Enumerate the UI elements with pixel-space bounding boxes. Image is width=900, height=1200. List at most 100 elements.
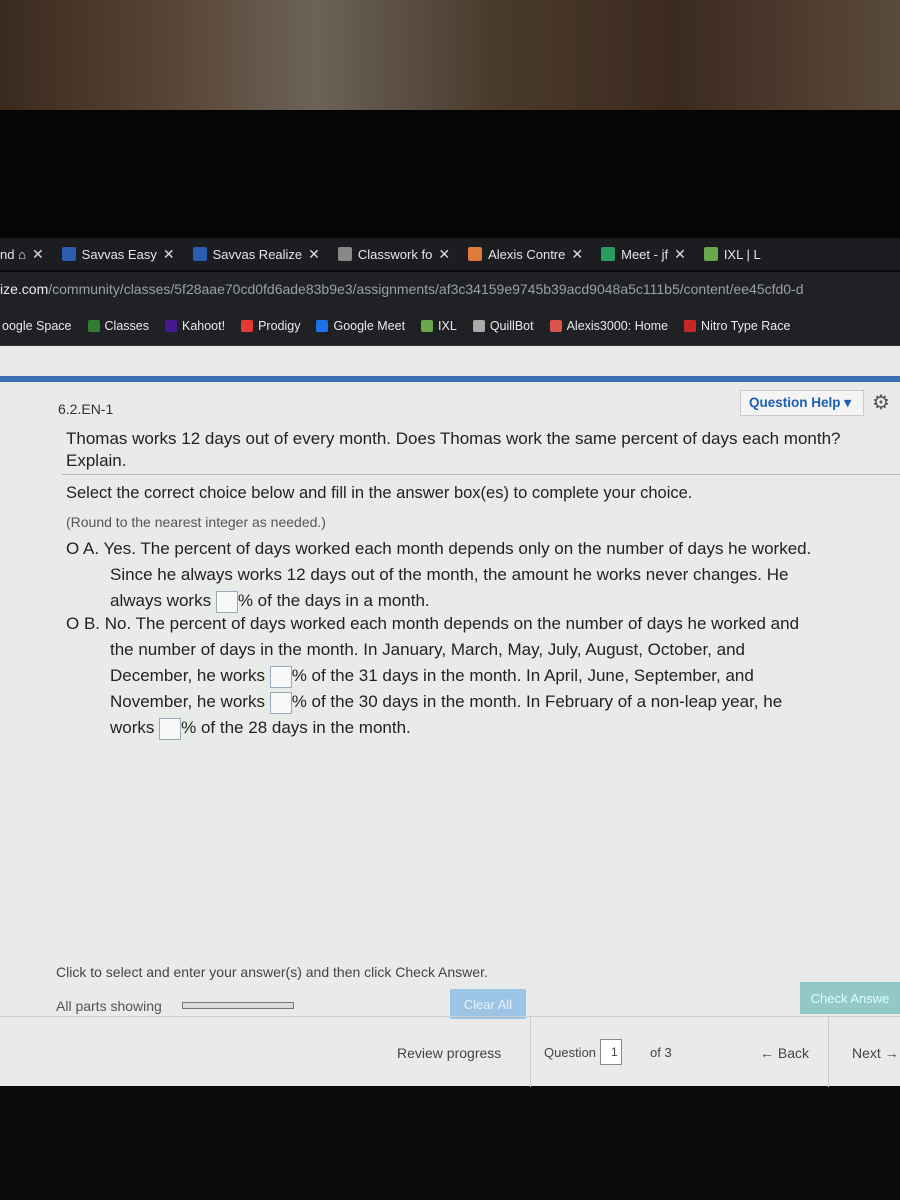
- tab-label: Classwork fo: [357, 246, 433, 262]
- bookmark-icon: [316, 319, 329, 332]
- tab-label: nd ⌂: [0, 246, 26, 262]
- bookmark-icon: [472, 319, 485, 332]
- bookmark-label: QuillBot: [489, 318, 534, 333]
- question-help-button[interactable]: Question Help ▾: [740, 390, 864, 416]
- tab-label: Savvas Realize: [212, 246, 303, 262]
- hint-text: Click to select and enter your answer(s)…: [56, 964, 488, 980]
- option-text: December, he works: [110, 666, 265, 685]
- bookmark-label: Kahoot!: [181, 318, 226, 333]
- bookmark-icon: [684, 319, 697, 332]
- option-text: % of the 28 days in the month.: [181, 718, 411, 737]
- bookmark-label: Prodigy: [258, 318, 301, 333]
- tab-label: Savvas Easy: [81, 246, 157, 262]
- bookmarks-bar: oogle Space Classes Kahoot! Prodigy Google M…: [0, 306, 900, 346]
- classroom-icon: [337, 247, 352, 261]
- option-text: % of the 30 days in the month. In Februa…: [291, 692, 783, 711]
- question-text: Thomas works 12 days out of every month.…: [66, 429, 841, 470]
- browser-tab[interactable]: Savvas Realize ✕: [192, 246, 320, 263]
- bookmark[interactable]: Classes: [87, 319, 149, 333]
- bookmark[interactable]: Alexis3000: Home: [549, 318, 669, 333]
- close-tab-icon[interactable]: ✕: [438, 246, 450, 263]
- assignment-page: 6.2.EN-1 Question Help ▾ ⚙ Thomas works …: [0, 346, 900, 1087]
- bookmark[interactable]: Prodigy: [241, 319, 300, 333]
- answer-box[interactable]: [215, 590, 238, 613]
- option-text: the number of days in the month. In Janu…: [110, 640, 745, 659]
- close-tab-icon[interactable]: ✕: [571, 246, 583, 263]
- bookmark-label: Alexis3000: Home: [566, 318, 669, 333]
- back-button[interactable]: ← Back: [760, 1045, 809, 1061]
- check-answer-button[interactable]: Check Answe: [800, 982, 900, 1014]
- tab-bar: nd ⌂ ✕ Savvas Easy ✕ Savvas Realize ✕ Classwor…: [0, 238, 900, 270]
- meet-icon: [601, 247, 616, 261]
- option-text: % of the 31 days in the month. In April,…: [291, 666, 754, 685]
- divider: [62, 474, 900, 475]
- url-domain: ize.com: [0, 281, 49, 297]
- caret-down-icon: ▾: [844, 395, 852, 410]
- option-text: Since he always works 12 days out of the…: [110, 565, 789, 584]
- option-text: always works: [110, 591, 212, 610]
- parts-label: All parts showing: [56, 998, 162, 1014]
- bookmark[interactable]: Nitro Type Race: [684, 319, 790, 333]
- option-a-radio[interactable]: O A.: [66, 539, 99, 558]
- browser-tab[interactable]: Meet - jf ✕: [601, 246, 686, 263]
- rounding-note: (Round to the nearest integer as needed.…: [66, 514, 326, 530]
- question-total: of 3: [650, 1045, 672, 1060]
- option-text: No. The percent of days worked each mont…: [104, 614, 800, 633]
- instruction: Select the correct choice below and fill…: [66, 484, 693, 502]
- bookmark-label: oogle Space: [2, 318, 72, 333]
- answer-box[interactable]: [159, 717, 182, 740]
- answer-box[interactable]: [269, 665, 292, 688]
- parts-progress-bar: [182, 1002, 294, 1009]
- close-tab-icon[interactable]: ✕: [674, 246, 686, 263]
- tab-label: IXL | L: [723, 246, 761, 262]
- option-b[interactable]: O B. No. The percent of days worked each…: [66, 611, 886, 741]
- bookmark-icon: [549, 319, 562, 332]
- bookmark-icon: [241, 319, 254, 332]
- gear-icon[interactable]: ⚙: [872, 390, 890, 415]
- background-photo: [0, 0, 900, 115]
- bookmark[interactable]: Google Meet: [316, 319, 405, 333]
- question-nav: Review progress Question 1 of 3 ← Back N…: [0, 1016, 900, 1087]
- bookmark[interactable]: QuillBot: [472, 318, 534, 333]
- close-tab-icon[interactable]: ✕: [32, 246, 44, 263]
- bookmark[interactable]: oogle Space: [2, 319, 72, 333]
- bookmark[interactable]: IXL: [421, 319, 457, 333]
- bookmark-icon: [421, 319, 434, 332]
- browser-tab[interactable]: nd ⌂ ✕: [0, 246, 44, 263]
- bookmark-icon: [164, 319, 177, 332]
- browser-tab[interactable]: Classwork fo ✕: [337, 246, 450, 263]
- close-tab-icon[interactable]: ✕: [308, 246, 320, 263]
- next-button[interactable]: Next →: [852, 1045, 899, 1061]
- browser-tab[interactable]: Savvas Easy ✕: [61, 246, 175, 263]
- monitor-bezel: [0, 110, 900, 238]
- answer-box[interactable]: [269, 691, 292, 714]
- option-text: Yes. The percent of days worked each mon…: [103, 539, 812, 558]
- savvas-icon: [61, 247, 76, 261]
- tab-label: Meet - jf: [621, 246, 669, 262]
- question-number-input[interactable]: 1: [600, 1039, 622, 1065]
- close-tab-icon[interactable]: ✕: [163, 246, 175, 263]
- option-text: % of the days in a month.: [237, 591, 430, 610]
- bookmark-label: IXL: [438, 318, 457, 333]
- bookmark-icon: [87, 319, 100, 332]
- divider: [828, 1017, 829, 1087]
- clear-all-button[interactable]: Clear All: [450, 989, 526, 1019]
- browser-tab[interactable]: IXL | L: [703, 246, 761, 262]
- option-b-radio[interactable]: O B.: [66, 614, 100, 633]
- option-a[interactable]: O A. Yes. The percent of days worked eac…: [66, 536, 886, 614]
- header-strip: [0, 376, 900, 382]
- url-path: /community/classes/5f28aae70cd0fd6ade83b…: [48, 281, 804, 297]
- review-progress-link[interactable]: Review progress: [397, 1045, 501, 1061]
- bookmark[interactable]: Kahoot!: [164, 318, 226, 333]
- browser-tab[interactable]: Alexis Contre ✕: [468, 246, 583, 263]
- bookmark-label: Nitro Type Race: [701, 318, 791, 333]
- option-text: works: [110, 718, 155, 737]
- option-text: November, he works: [110, 692, 265, 711]
- question-help-label: Question Help: [749, 395, 841, 410]
- address-bar[interactable]: ize.com/community/classes/5f28aae70cd0fd…: [0, 272, 900, 306]
- savvas-icon: [192, 247, 207, 261]
- slides-icon: [468, 247, 483, 261]
- ixl-icon: [703, 247, 718, 261]
- bookmark-label: Google Meet: [333, 318, 406, 333]
- question-id: 6.2.EN-1: [58, 401, 114, 417]
